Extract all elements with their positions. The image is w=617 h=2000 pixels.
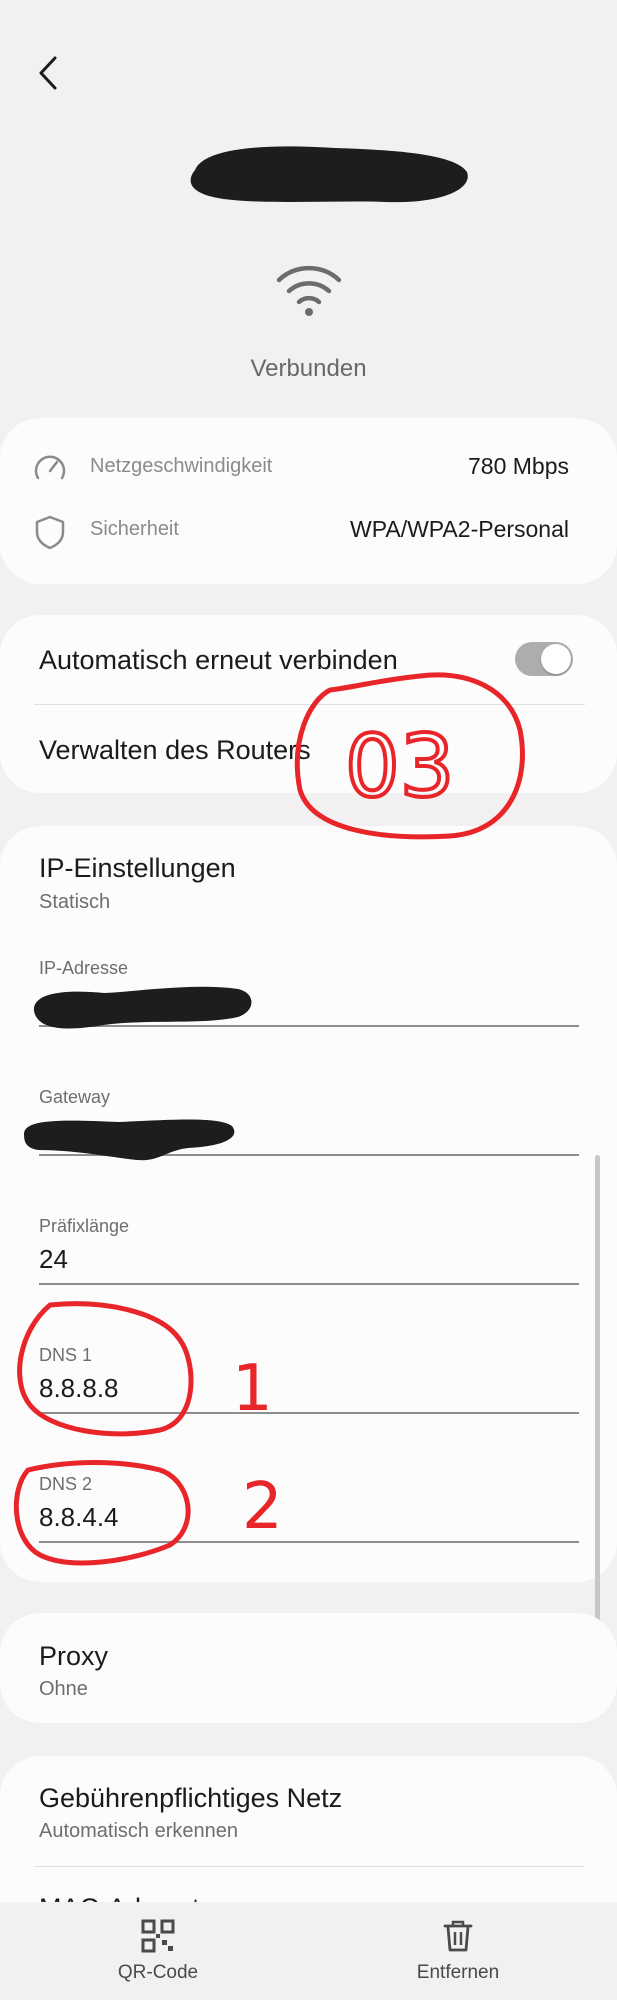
bottom-action-bar: QR-Code Entfernen <box>0 1902 617 2000</box>
gateway-redaction-scribble <box>24 1119 235 1161</box>
trash-icon <box>443 1920 473 1952</box>
shield-icon <box>35 515 65 550</box>
dns1-field[interactable]: DNS 1 8.8.8.8 <box>39 1345 579 1425</box>
gateway-label: Gateway <box>39 1087 111 1107</box>
speed-label: Netzgeschwindigkeit <box>90 455 273 477</box>
dns2-value: 8.8.4.4 <box>39 1502 119 1532</box>
toggle-knob <box>541 644 571 674</box>
dns2-underline <box>39 1541 579 1543</box>
security-row: Sicherheit WPA/WPA2-Personal <box>0 512 617 552</box>
manage-router-item[interactable]: Verwalten des Routers <box>39 735 311 766</box>
ip-redaction-scribble <box>33 986 252 1029</box>
speed-row: Netzgeschwindigkeit 780 Mbps <box>0 449 617 489</box>
dns1-value: 8.8.8.8 <box>39 1373 119 1403</box>
proxy-value: Ohne <box>39 1678 88 1700</box>
qr-code-icon <box>141 1919 175 1953</box>
qr-code-label: QR-Code <box>117 1962 199 1983</box>
speedometer-icon <box>34 455 66 480</box>
metered-network-value: Automatisch erkennen <box>39 1820 239 1842</box>
dns1-label: DNS 1 <box>39 1345 93 1365</box>
divider <box>34 1866 585 1867</box>
dns2-label: DNS 2 <box>39 1474 93 1494</box>
auto-reconnect-label: Automatisch erneut verbinden <box>39 645 398 675</box>
dns2-field[interactable]: DNS 2 8.8.4.4 <box>39 1474 579 1554</box>
remove-label: Entfernen <box>416 1962 500 1983</box>
network-name-redacted <box>185 140 473 208</box>
ip-settings-title[interactable]: IP-Einstellungen <box>39 853 236 884</box>
ip-settings-mode: Statisch <box>39 891 111 913</box>
network-info-card <box>0 418 617 584</box>
ip-settings-card <box>0 826 617 1582</box>
remove-button[interactable]: Entfernen <box>378 1912 538 1992</box>
prefix-length-label: Präfixlänge <box>39 1216 130 1236</box>
security-value: WPA/WPA2-Personal <box>350 516 569 542</box>
metered-network-title[interactable]: Gebührenpflichtiges Netz <box>39 1783 342 1814</box>
proxy-title: Proxy <box>39 1641 109 1671</box>
auto-reconnect-toggle[interactable] <box>515 642 573 676</box>
qr-code-button[interactable]: QR-Code <box>78 1912 238 1992</box>
speed-value: 780 Mbps <box>467 453 569 479</box>
prefix-length-field[interactable]: Präfixlänge 24 <box>39 1216 579 1296</box>
security-label: Sicherheit <box>90 518 179 540</box>
divider <box>34 704 585 705</box>
chevron-left-icon <box>39 56 57 90</box>
connection-status: Verbunden <box>250 355 367 382</box>
dns1-underline <box>39 1412 579 1414</box>
prefix-length-value: 24 <box>39 1244 68 1274</box>
prefix-length-underline <box>39 1283 579 1285</box>
back-button[interactable] <box>30 50 70 96</box>
wifi-icon <box>274 262 344 318</box>
